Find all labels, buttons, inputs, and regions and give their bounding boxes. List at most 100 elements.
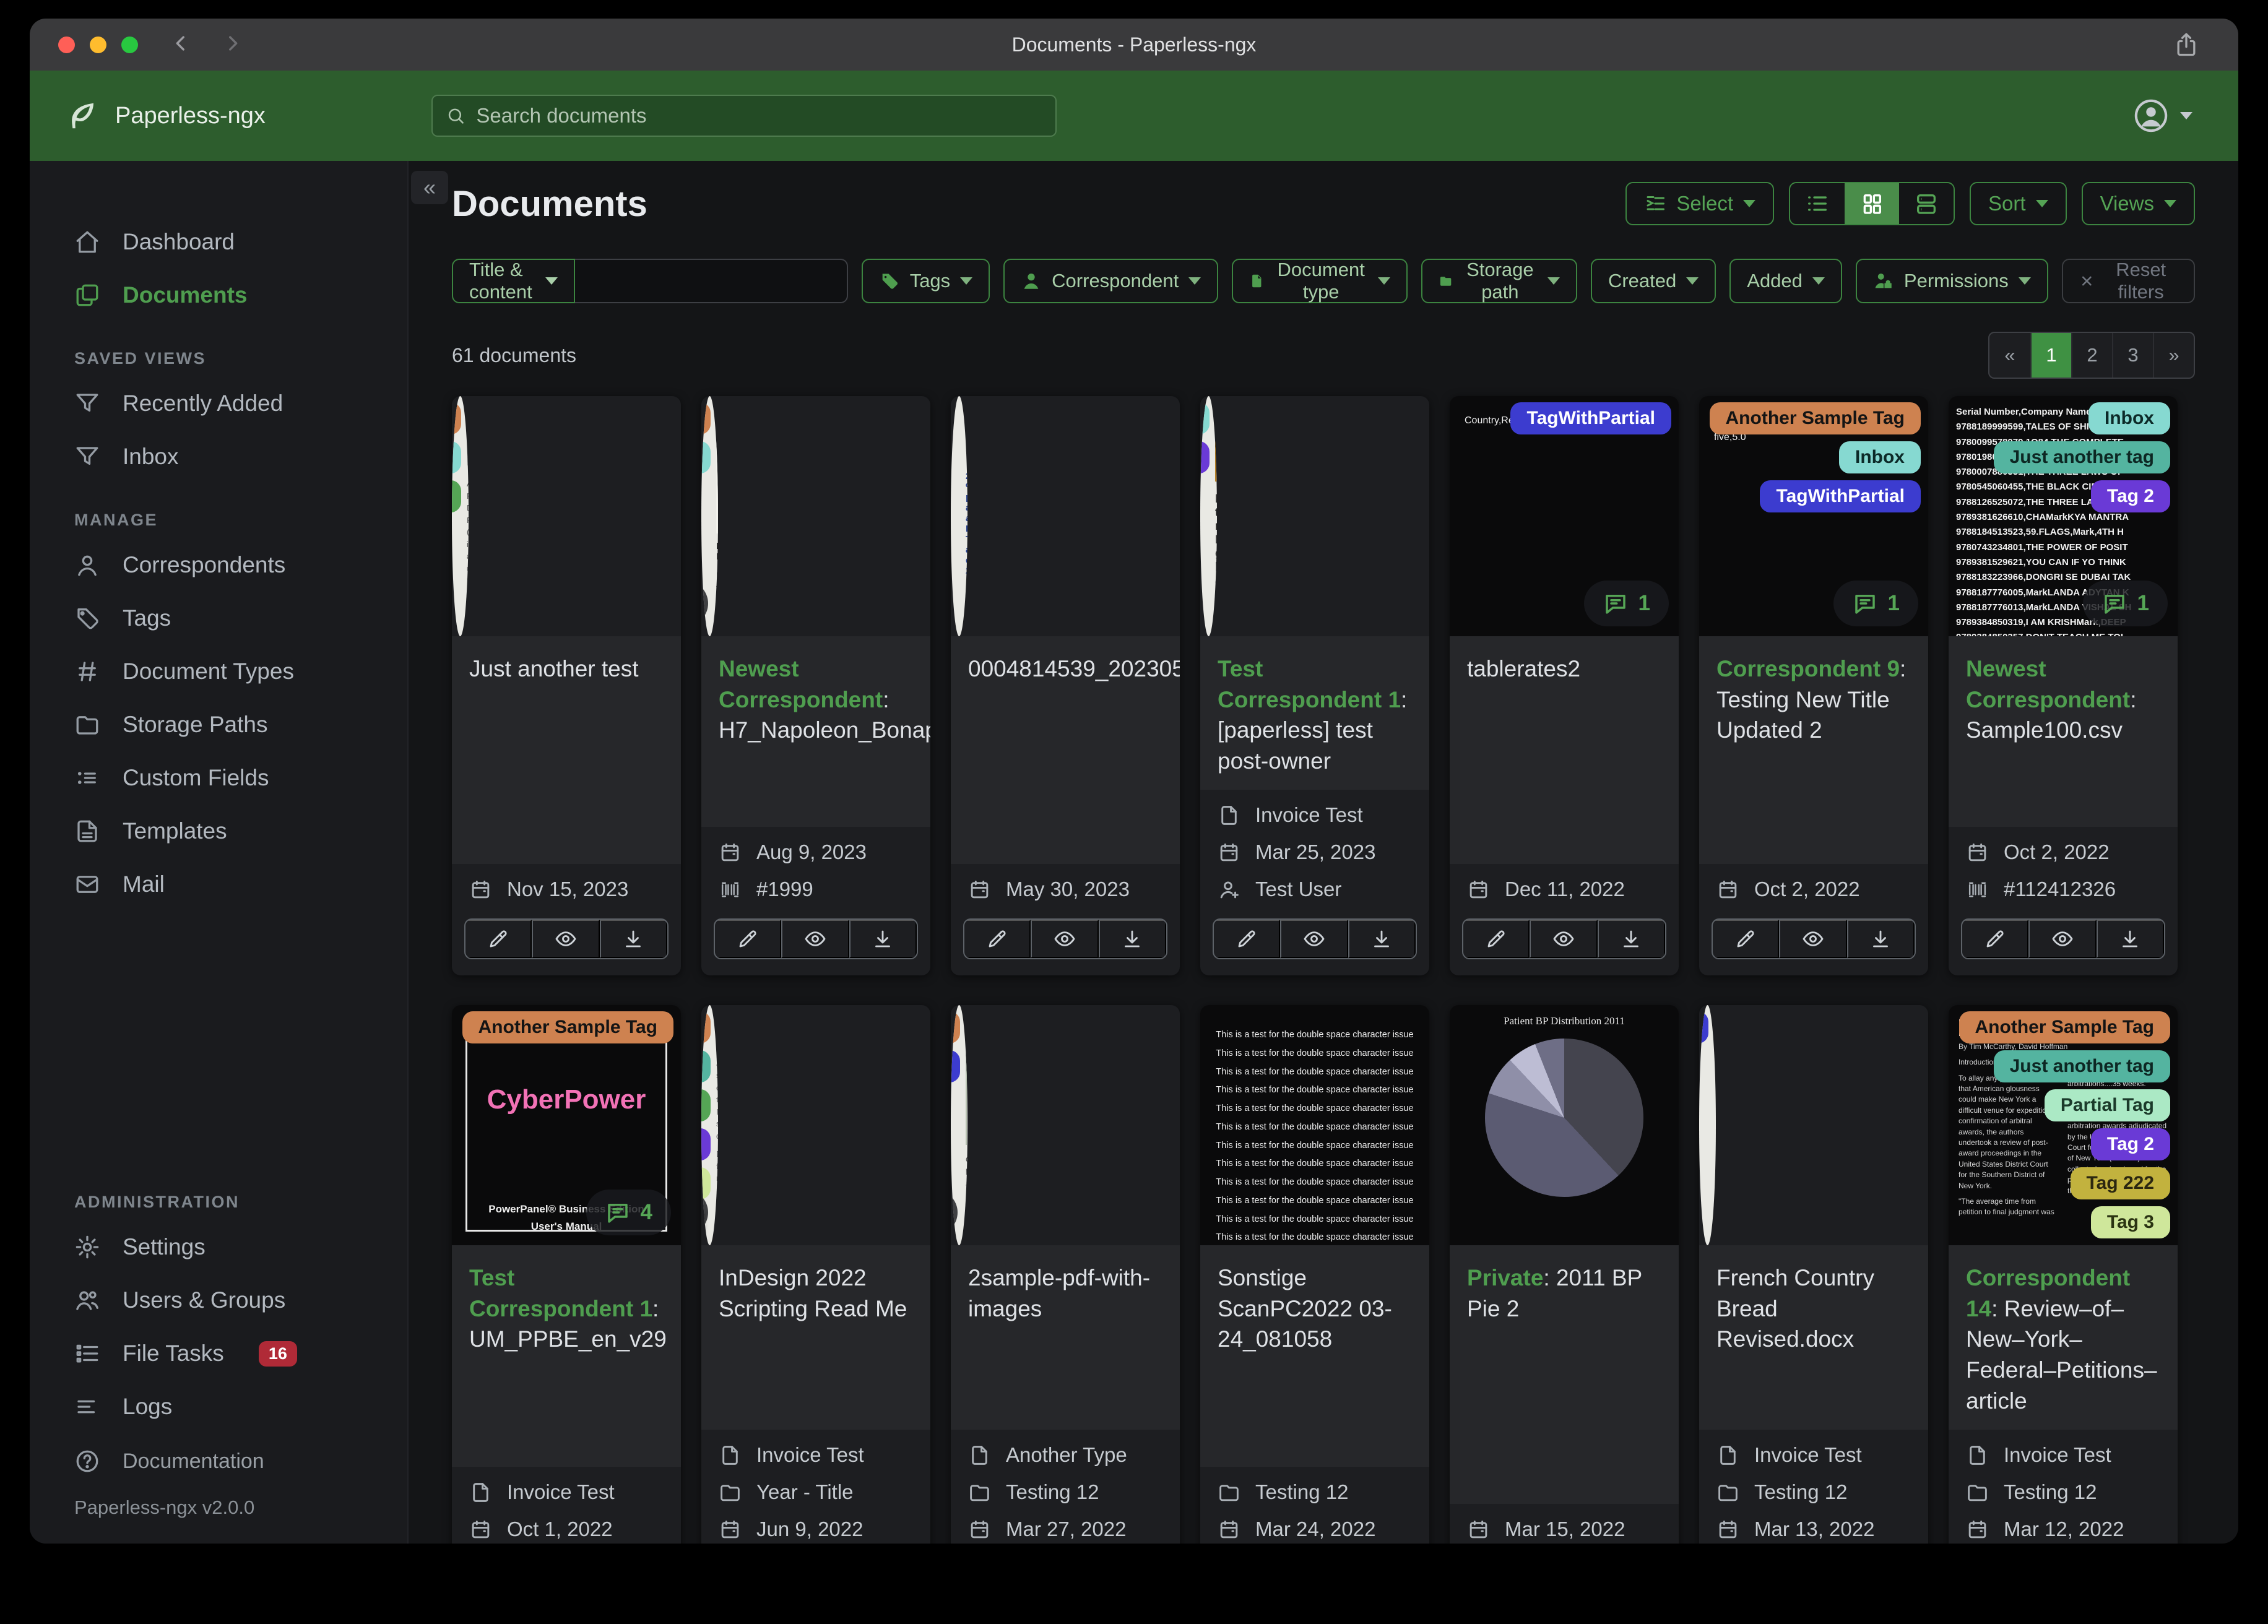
document-thumbnail[interactable]: This is a test for the double space char…	[1200, 1005, 1429, 1246]
tag-pill[interactable]: Tag 12	[452, 480, 461, 512]
document-thumbnail[interactable]: NAPOLEON BONAPARTEUrodzony w 1769 roku n…	[701, 396, 718, 636]
preview-button[interactable]	[2028, 920, 2097, 959]
sidebar-item-templates[interactable]: Templates	[30, 805, 407, 858]
created-filter-button[interactable]: Created	[1590, 259, 1716, 303]
document-thumbnail[interactable]: ✳ BANK OF SCOTLAND2,0 % p. a. auf Ihr Ta…	[951, 396, 967, 636]
sidebar-item-document-types[interactable]: Document Types	[30, 645, 407, 698]
title-content-input[interactable]	[574, 259, 848, 303]
user-menu[interactable]	[2133, 98, 2192, 134]
document-title[interactable]: Newest Correspondent: Sample100.csv	[1949, 636, 2178, 827]
tag-pill[interactable]: Another Sample Tag	[1959, 1011, 2170, 1044]
tag-pill[interactable]: Inbox	[2088, 402, 2170, 434]
document-card[interactable]: MEDICAL TEACHERMedical TeacherHas the ne…	[1200, 396, 1429, 976]
document-card[interactable]: This document contains a summary of the …	[701, 1005, 930, 1544]
document-title[interactable]: Correspondent 14: Review–of–New–York–Fed…	[1949, 1245, 2178, 1430]
sidebar-item-recently-added[interactable]: Recently Added	[30, 377, 407, 430]
tag-pill[interactable]: Inbox	[1839, 441, 1921, 473]
grid-view-toggle[interactable]	[1845, 183, 1900, 224]
edit-button[interactable]	[1463, 920, 1530, 959]
title-content-dropdown[interactable]: Title & content	[452, 259, 575, 303]
tag-pill[interactable]: Tag 2	[701, 1128, 711, 1161]
edit-button[interactable]	[715, 920, 782, 959]
tag-pill[interactable]: Tag 3	[701, 1167, 711, 1200]
sort-button[interactable]: Sort	[1970, 182, 2067, 225]
sidebar-item-inbox[interactable]: Inbox	[30, 430, 407, 483]
download-button[interactable]	[1846, 920, 1915, 959]
document-title[interactable]: Just another test	[452, 636, 681, 865]
minimize-window-button[interactable]	[90, 36, 106, 53]
search-input[interactable]	[476, 104, 1042, 127]
preview-button[interactable]	[781, 920, 849, 959]
share-icon[interactable]	[2173, 31, 2200, 58]
tag-pill[interactable]: Tag 2	[2090, 480, 2170, 512]
document-thumbnail[interactable]: Country,Region/State,"TagWithPartial1	[1450, 396, 1679, 636]
download-button[interactable]	[1597, 920, 1665, 959]
tag-pill[interactable]: Inbox	[1200, 402, 1210, 434]
document-thumbnail[interactable]: Curabitur bibendum ante urna, sed blandi…	[951, 1005, 967, 1246]
document-title[interactable]: Correspondent 9: Testing New Title Updat…	[1699, 636, 1928, 865]
correspondent-link[interactable]: Newest Correspondent	[1966, 656, 2130, 712]
storage-path-filter-button[interactable]: Storage path	[1421, 259, 1577, 303]
tag-pill[interactable]: Another Sample Tag	[701, 402, 711, 434]
document-card[interactable]: Adobe Acrobat PDF FilesAdobe® Portable D…	[452, 396, 681, 976]
zoom-window-button[interactable]	[121, 36, 138, 53]
document-thumbnail[interactable]: Review of Arbitral Awards Shows Swift Re…	[1949, 1005, 2178, 1246]
document-title[interactable]: 0004814539_20230531	[951, 636, 1180, 865]
tag-pill[interactable]: Tag 12	[701, 1089, 711, 1122]
sidebar-item-logs[interactable]: Logs	[30, 1380, 407, 1433]
pagination-prev[interactable]: «	[1989, 333, 2030, 378]
preview-button[interactable]	[1280, 920, 1348, 959]
document-title[interactable]: Newest Correspondent: H7_Napoleon_Bonapa…	[701, 636, 930, 827]
document-title[interactable]: French Country Bread Revised.docx	[1699, 1245, 1928, 1430]
tag-pill[interactable]: Another Sample Tag	[462, 1011, 673, 1044]
document-thumbnail[interactable]: Adobe Acrobat PDF FilesAdobe® Portable D…	[452, 396, 469, 636]
tag-pill[interactable]: TagWithPartial	[1760, 480, 1921, 512]
document-card[interactable]: CyberPower PowerPanel® Business Edition Us…	[452, 1005, 681, 1544]
comment-count-badge[interactable]: 1	[1583, 581, 1669, 626]
document-card[interactable]: Patient BP Distribution 2011 Private: 201…	[1450, 1005, 1679, 1544]
correspondent-link[interactable]: Newest Correspondent	[719, 656, 883, 712]
document-thumbnail[interactable]: Patient BP Distribution 2011	[1450, 1005, 1679, 1246]
sidebar-item-users-groups[interactable]: Users & Groups	[30, 1274, 407, 1327]
edit-button[interactable]	[1713, 920, 1780, 959]
sidebar-item-settings[interactable]: Settings	[30, 1220, 407, 1274]
document-thumbnail[interactable]: This document contains a summary of the …	[701, 1005, 718, 1246]
document-card[interactable]: NAPOLEON BONAPARTEUrodzony w 1769 roku n…	[701, 396, 930, 976]
sidebar-item-mail[interactable]: Mail	[30, 858, 407, 911]
pagination-page-3[interactable]: 3	[2112, 333, 2153, 378]
collapse-sidebar-button[interactable]: «	[411, 171, 448, 204]
tag-pill[interactable]: Another Sample Tag	[452, 402, 461, 434]
document-card[interactable]: French Country BreadFor the Leaven1 heap…	[1699, 1005, 1928, 1544]
document-title[interactable]: Private: 2011 BP Pie 2	[1450, 1245, 1679, 1505]
tag-pill[interactable]: Partial Tag	[2044, 1089, 2170, 1122]
document-thumbnail[interactable]: MEDICAL TEACHERMedical TeacherHas the ne…	[1200, 396, 1217, 636]
tag-pill[interactable]: Just another tag	[701, 1050, 711, 1083]
document-thumbnail[interactable]: Serial Number,Company Name,Employ 9788189…	[1949, 396, 2178, 636]
document-thumbnail[interactable]: CyberPower PowerPanel® Business Edition Us…	[452, 1005, 681, 1246]
preview-button[interactable]	[532, 920, 600, 959]
download-button[interactable]	[849, 920, 917, 959]
correspondent-link[interactable]: Test Correspondent 1	[1218, 656, 1401, 712]
document-thumbnail[interactable]: French Country BreadFor the Leaven1 heap…	[1699, 1005, 1716, 1246]
download-button[interactable]	[599, 920, 667, 959]
edit-button[interactable]	[1962, 920, 2029, 959]
added-filter-button[interactable]: Added	[1729, 259, 1842, 303]
tag-pill[interactable]: Another Sample Tag	[701, 1011, 711, 1044]
sidebar-item-documents[interactable]: Documents	[30, 269, 407, 322]
download-button[interactable]	[1348, 920, 1416, 959]
pagination-page-1[interactable]: 1	[2030, 333, 2071, 378]
correspondent-link[interactable]: Correspondent 9	[1716, 656, 1900, 681]
document-card[interactable]: Review of Arbitral Awards Shows Swift Re…	[1949, 1005, 2178, 1544]
select-button[interactable]: Select	[1625, 182, 1775, 225]
forward-icon[interactable]	[222, 33, 243, 57]
document-title[interactable]: Test Correspondent 1: UM_PPBE_en_v29	[452, 1245, 681, 1467]
sidebar-item-file-tasks[interactable]: File Tasks 16	[30, 1327, 407, 1380]
tag-pill[interactable]: Tag 2	[2090, 1128, 2170, 1161]
tag-pill[interactable]: Inbox	[701, 441, 711, 473]
preview-button[interactable]	[1530, 920, 1598, 959]
sidebar-item-correspondents[interactable]: Correspondents	[30, 538, 407, 592]
correspondent-link[interactable]: Correspondent 14	[1966, 1265, 2130, 1321]
pagination-page-2[interactable]: 2	[2071, 333, 2112, 378]
document-card[interactable]: This is a test for the double space char…	[1200, 1005, 1429, 1544]
sidebar-item-dashboard[interactable]: Dashboard	[30, 215, 407, 269]
